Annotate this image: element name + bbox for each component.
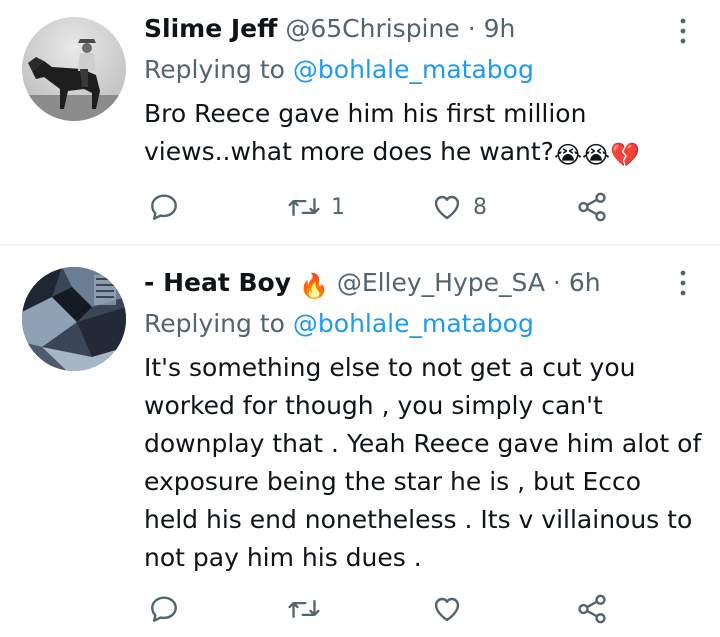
action-bar — [0, 592, 720, 626]
replying-to-handle-link[interactable]: @bohlale_matabog — [293, 55, 534, 84]
timestamp[interactable]: 6h — [569, 268, 601, 297]
timestamp[interactable]: 9h — [484, 14, 516, 43]
replying-to: Replying to @bohlale_matabog — [144, 55, 534, 85]
retweet-button[interactable]: 1 — [287, 190, 345, 224]
retweet-button[interactable] — [287, 592, 331, 626]
replying-to-label: Replying to — [144, 309, 285, 338]
tweet[interactable]: - Heat Boy 🔥 @Elley_Hype_SA · 6h Replyin… — [0, 246, 720, 637]
separator: · — [467, 14, 476, 43]
tweet-text-line: exposure being the star he is , but Ecco — [144, 467, 642, 496]
share-button[interactable] — [575, 592, 609, 626]
retweet-count: 1 — [331, 194, 345, 220]
avatar[interactable] — [22, 267, 126, 371]
action-bar: 1 8 — [0, 190, 720, 224]
handle[interactable]: @65Chrispine — [285, 14, 459, 43]
avatar[interactable] — [22, 17, 126, 121]
retweet-icon — [288, 197, 320, 217]
replying-to-label: Replying to — [144, 55, 285, 84]
tweet-text-line: worked for though , you simply can't — [144, 391, 603, 420]
like-button[interactable]: 8 — [431, 190, 487, 224]
share-icon — [578, 594, 606, 624]
replying-to: Replying to @bohlale_matabog — [144, 309, 534, 339]
reply-button[interactable] — [148, 592, 190, 626]
separator: · — [552, 268, 561, 297]
tweet-text-line: held his end nonetheless . Its v villain… — [144, 505, 693, 534]
emoji-group: 😭😭💔 — [553, 141, 640, 169]
tweet-text-line: It's something else to not get a cut you — [144, 353, 636, 382]
man-on-horse-photo — [22, 17, 126, 121]
tweet-text-segment: views..what more does he want? — [144, 137, 554, 166]
reply-button[interactable] — [148, 190, 190, 224]
more-options-button[interactable] — [676, 268, 690, 298]
share-icon — [578, 192, 606, 222]
more-vertical-icon — [680, 18, 686, 44]
retweet-icon — [288, 599, 320, 619]
fire-emoji: 🔥 — [298, 272, 329, 300]
heart-icon — [434, 597, 460, 622]
dark-abstract-photo — [22, 267, 126, 371]
tweet-text-line: views..what more does he want?😭😭💔 — [144, 133, 684, 174]
tweet-text-line: downplay that . Yeah Reece gave him alot… — [144, 429, 702, 458]
tweet-header: Slime Jeff @65Chrispine · 9h — [144, 14, 515, 44]
tweet-text-line: not pay him his dues . — [144, 543, 422, 572]
like-count: 8 — [473, 194, 487, 220]
tweet-text: It's something else to not get a cut you… — [144, 349, 704, 577]
display-name[interactable]: - Heat Boy — [144, 268, 291, 297]
tweet[interactable]: Slime Jeff @65Chrispine · 9h Replying to… — [0, 0, 720, 245]
display-name[interactable]: Slime Jeff — [144, 14, 277, 43]
more-vertical-icon — [680, 270, 686, 296]
tweet-text-line: Bro Reece gave him his first million — [144, 99, 587, 128]
share-button[interactable] — [575, 190, 609, 224]
handle[interactable]: @Elley_Hype_SA — [337, 268, 545, 297]
reply-bubble-icon — [151, 194, 177, 220]
tweet-text: Bro Reece gave him his first million vie… — [144, 95, 684, 174]
replying-to-handle-link[interactable]: @bohlale_matabog — [293, 309, 534, 338]
tweet-header: - Heat Boy 🔥 @Elley_Hype_SA · 6h — [144, 268, 601, 301]
more-options-button[interactable] — [676, 16, 690, 46]
like-button[interactable] — [431, 592, 473, 626]
heart-icon — [434, 195, 460, 220]
reply-bubble-icon — [151, 596, 177, 622]
